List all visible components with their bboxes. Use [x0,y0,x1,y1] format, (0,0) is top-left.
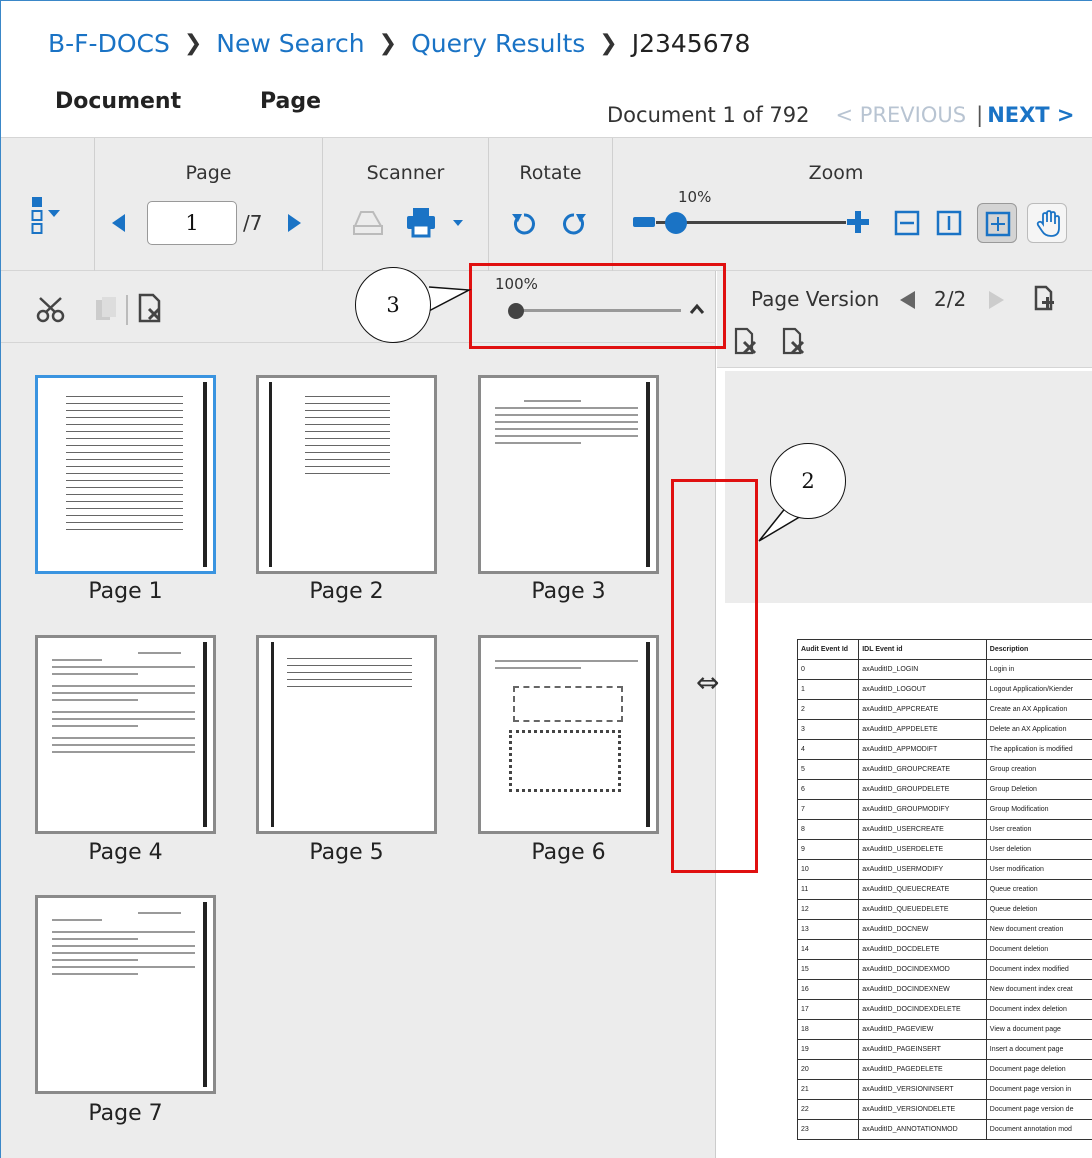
callout-pointers [424,286,814,542]
callout-3: 3 [355,267,431,343]
callout-2: 2 [770,443,846,519]
app-frame: B-F-DOCS ❯ New Search ❯ Query Results ❯ … [0,0,1092,1158]
